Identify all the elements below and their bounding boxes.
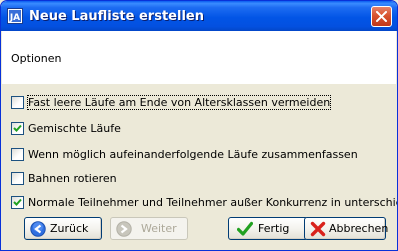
option-label: Wenn möglich aufeinanderfolgende Läufe z…	[28, 148, 358, 161]
option-label: Normale Teilnehmer und Teilnehmer außer …	[28, 196, 397, 209]
finish-label: Fertig	[258, 222, 290, 235]
checkbox[interactable]	[11, 172, 24, 185]
next-button[interactable]: Weiter	[110, 217, 188, 240]
section-heading: Optionen	[11, 52, 62, 65]
back-label: Zurück	[50, 222, 89, 235]
title-bar[interactable]: JA Neue Laufliste erstellen	[1, 1, 397, 31]
close-button[interactable]	[371, 6, 392, 27]
close-icon	[376, 11, 387, 22]
back-button[interactable]: Zurück	[24, 217, 102, 240]
checkbox[interactable]	[11, 96, 24, 109]
checkmark-icon	[13, 198, 22, 206]
cancel-label: Abbrechen	[329, 222, 389, 235]
cancel-button[interactable]: Abbrechen	[304, 217, 389, 240]
checkmark-icon	[237, 221, 253, 236]
finish-button[interactable]: Fertig	[228, 217, 308, 240]
dialog-window: JA Neue Laufliste erstellen Optionen Fas…	[0, 0, 398, 251]
svg-text:JA: JA	[9, 13, 20, 23]
arrow-left-icon	[30, 221, 46, 237]
option-label: Fast leere Läufe am Ende von Altersklass…	[26, 95, 332, 110]
option-label: Gemischte Läufe	[28, 122, 121, 135]
app-icon: JA	[7, 8, 23, 24]
window-title: Neue Laufliste erstellen	[29, 9, 204, 24]
next-label: Weiter	[141, 222, 177, 235]
checkbox[interactable]	[11, 196, 24, 209]
cross-icon	[310, 221, 326, 237]
checkmark-icon	[13, 124, 22, 132]
checkbox[interactable]	[11, 148, 24, 161]
option-label: Bahnen rotieren	[28, 172, 117, 185]
header-panel: Optionen	[2, 31, 396, 84]
checkbox[interactable]	[11, 122, 24, 135]
arrow-right-icon	[116, 221, 132, 237]
